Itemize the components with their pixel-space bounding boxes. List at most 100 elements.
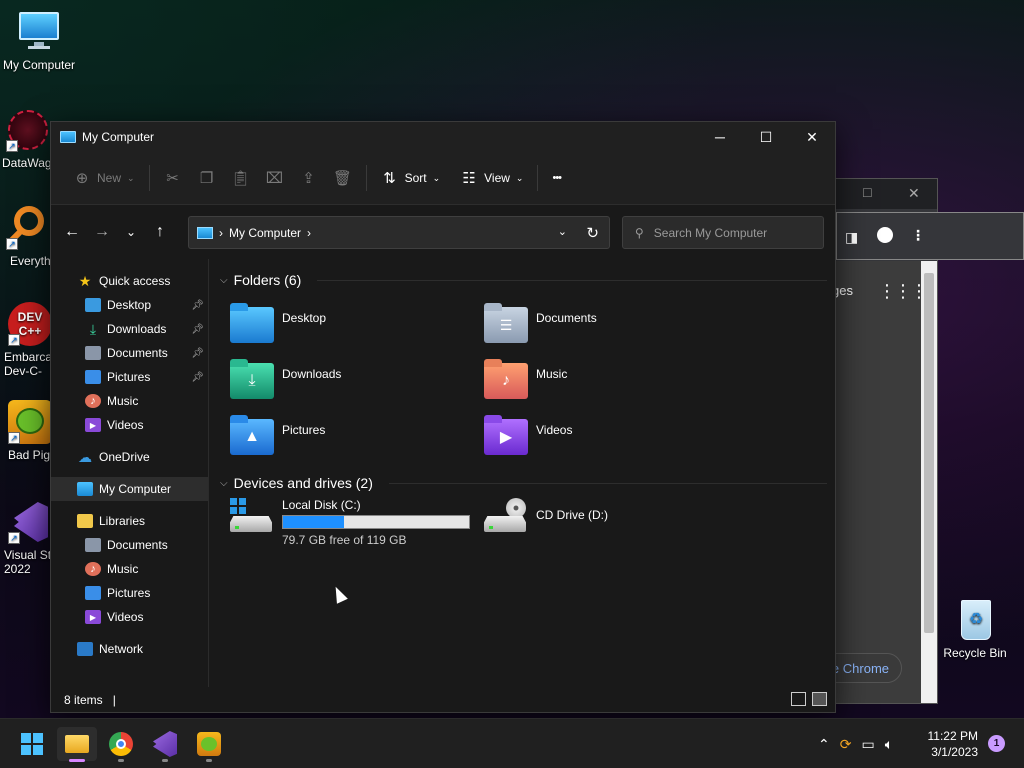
taskbar-bad-piggies[interactable] — [189, 727, 229, 762]
desktop-icon-my-computer[interactable]: My Computer — [0, 10, 78, 72]
clock[interactable]: 11:22 PM 3/1/2023 — [928, 728, 978, 760]
new-label: New — [97, 171, 122, 185]
address-bar[interactable]: › My Computer › ⌄ ↻ — [188, 216, 610, 249]
drive-tile-d[interactable]: CD Drive (D:) — [484, 498, 738, 558]
more-options-button[interactable]: ••• — [544, 163, 569, 193]
shortcut-arrow-icon: ↗ — [8, 334, 20, 346]
shortcut-arrow-icon: ↗ — [6, 140, 18, 152]
pin-icon[interactable]: 📌︎ — [191, 372, 204, 383]
sidebar-item-quick-access[interactable]: ★ Quick access — [51, 269, 208, 293]
folder-tile-documents[interactable]: ☰ Documents — [484, 297, 738, 353]
up-button[interactable]: ↑ — [145, 217, 175, 247]
desktop-icon-bad-piggies[interactable]: ↗ Bad Pig — [0, 400, 52, 462]
folder-tile-downloads[interactable]: ⤓ Downloads — [230, 353, 484, 409]
maximize-button[interactable]: ☐ — [743, 122, 789, 152]
chevron-down-icon[interactable]: ⌄ — [558, 225, 567, 238]
pin-icon[interactable]: 📌︎ — [191, 300, 204, 311]
tiles-view-button[interactable] — [812, 692, 827, 706]
desktop-icon-everything[interactable]: ↗ Everyth — [0, 206, 52, 268]
folder-tile-pictures[interactable]: ▲ Pictures — [230, 409, 484, 465]
sidebar-item-network[interactable]: Network — [51, 637, 208, 661]
sidebar-item-videos[interactable]: ▶ Videos — [51, 413, 208, 437]
sidebar-item-my-computer[interactable]: My Computer — [51, 477, 208, 501]
sidebar-item-onedrive[interactable]: ☁ OneDrive — [51, 445, 208, 469]
delete-button[interactable]: 🗑︎ — [326, 163, 360, 193]
sidebar-item-libraries[interactable]: Libraries — [51, 509, 208, 533]
recent-locations-button[interactable]: ⌄ — [117, 217, 145, 247]
downloads-folder-icon: ⤓ — [230, 359, 274, 399]
taskbar-visual-studio[interactable] — [145, 727, 185, 762]
arrow-up-icon: ↑ — [156, 223, 164, 240]
breadcrumb-separator: › — [307, 225, 312, 240]
chrome-scrollbar[interactable] — [921, 261, 937, 703]
minimize-button[interactable]: ─ — [697, 122, 743, 152]
chrome-menu-icon[interactable]: ⋮ — [911, 227, 925, 244]
sidebar-item-library-videos[interactable]: ▶ Videos — [51, 605, 208, 629]
back-button[interactable]: ← — [57, 217, 87, 247]
drive-label: CD Drive (D:) — [536, 508, 608, 522]
sync-icon[interactable]: ⟳ — [840, 736, 852, 753]
desktop-icon-recycle-bin[interactable]: ♻ Recycle Bin — [936, 598, 1014, 660]
taskbar-chrome[interactable] — [101, 727, 141, 762]
apps-grid-icon[interactable]: ⋮⋮⋮ — [878, 281, 928, 302]
rename-button[interactable]: ⌧ — [258, 163, 292, 193]
view-button[interactable]: ☷ View ⌄ — [452, 163, 531, 193]
profile-icon[interactable] — [877, 227, 893, 243]
title-bar[interactable]: My Computer ─ ☐ ✕ — [51, 122, 835, 152]
visual-studio-icon — [153, 731, 177, 757]
drive-tile-c[interactable]: Local Disk (C:) 79.7 GB free of 119 GB — [230, 498, 484, 558]
sidebar-item-music[interactable]: ♪ Music — [51, 389, 208, 413]
running-indicator — [162, 759, 168, 762]
sidebar-item-documents[interactable]: Documents 📌︎ — [51, 341, 208, 365]
drives-group-header[interactable]: ⌵ Devices and drives (2) — [220, 472, 835, 494]
forward-button[interactable]: → — [87, 217, 117, 247]
sidebar-item-desktop[interactable]: Desktop 📌︎ — [51, 293, 208, 317]
refresh-icon[interactable]: ↻ — [586, 224, 599, 242]
close-button[interactable]: ✕ — [789, 122, 835, 152]
search-box[interactable]: ⚲ Search My Computer — [622, 216, 824, 249]
start-button[interactable] — [12, 727, 52, 761]
desktop-icon-devcpp[interactable]: DEV C++ ↗ Embarca Dev-C- — [0, 302, 52, 378]
sort-button[interactable]: ⇅ Sort ⌄ — [373, 163, 449, 193]
cd-drive-icon — [484, 498, 528, 534]
volume-icon[interactable]: 🔈︎ — [885, 736, 893, 753]
pin-icon[interactable]: 📌︎ — [191, 348, 204, 359]
sidebar-item-label: Pictures — [107, 370, 151, 384]
show-hidden-icons-button[interactable]: ⌃ — [818, 736, 830, 753]
folder-tile-desktop[interactable]: Desktop — [230, 297, 484, 353]
copy-button[interactable]: ❐ — [190, 163, 224, 193]
drives-grid: Local Disk (C:) 79.7 GB free of 119 GB C… — [230, 498, 835, 558]
chevron-down-icon: ⌄ — [125, 225, 137, 239]
folder-tile-music[interactable]: ♪ Music — [484, 353, 738, 409]
share-button[interactable]: ⇪ — [292, 163, 326, 193]
copy-icon: ❐ — [199, 170, 214, 187]
pin-icon[interactable]: 📌︎ — [191, 324, 204, 335]
desktop-icon-visual-studio[interactable]: ↗ Visual St 2022 — [0, 500, 56, 576]
chrome-sidepanel-icon[interactable]: ◨ — [845, 229, 858, 246]
network-icon[interactable]: ▭ — [861, 736, 874, 753]
sidebar-item-label: Quick access — [99, 274, 171, 288]
details-view-button[interactable] — [791, 692, 806, 706]
folder-tile-videos[interactable]: ▶ Videos — [484, 409, 738, 465]
scroll-thumb[interactable] — [924, 273, 934, 633]
notification-badge[interactable]: 1 — [988, 735, 1005, 752]
desktop-icon-label: Visual St 2022 — [4, 548, 52, 576]
taskbar-file-explorer[interactable] — [57, 727, 97, 762]
sidebar-item-downloads[interactable]: ⤓ Downloads 📌︎ — [51, 317, 208, 341]
sidebar-item-label: Network — [99, 642, 144, 656]
paste-button[interactable]: 📋︎ — [224, 163, 258, 193]
sidebar-item-library-documents[interactable]: Documents — [51, 533, 208, 557]
sidebar-item-pictures[interactable]: Pictures 📌︎ — [51, 365, 208, 389]
chrome-window[interactable]: ☐ ✕ ◨ ⋮ ges ⋮⋮⋮ e Chrome — [816, 178, 1024, 704]
bad-piggies-icon — [197, 732, 221, 756]
sidebar-item-library-pictures[interactable]: Pictures — [51, 581, 208, 605]
sidebar-item-library-music[interactable]: ♪ Music — [51, 557, 208, 581]
cut-button[interactable]: ✂ — [156, 163, 190, 193]
folders-group-header[interactable]: ⌵ Folders (6) — [220, 269, 835, 291]
chrome-maximize-button[interactable]: ☐ — [862, 186, 873, 200]
breadcrumb-my-computer[interactable]: My Computer — [229, 226, 301, 240]
recycle-bin-icon: ♻ — [953, 598, 997, 642]
chrome-close-button[interactable]: ✕ — [908, 185, 920, 202]
new-button[interactable]: ⊕ New ⌄ — [65, 163, 143, 193]
monitor-icon — [17, 10, 61, 54]
